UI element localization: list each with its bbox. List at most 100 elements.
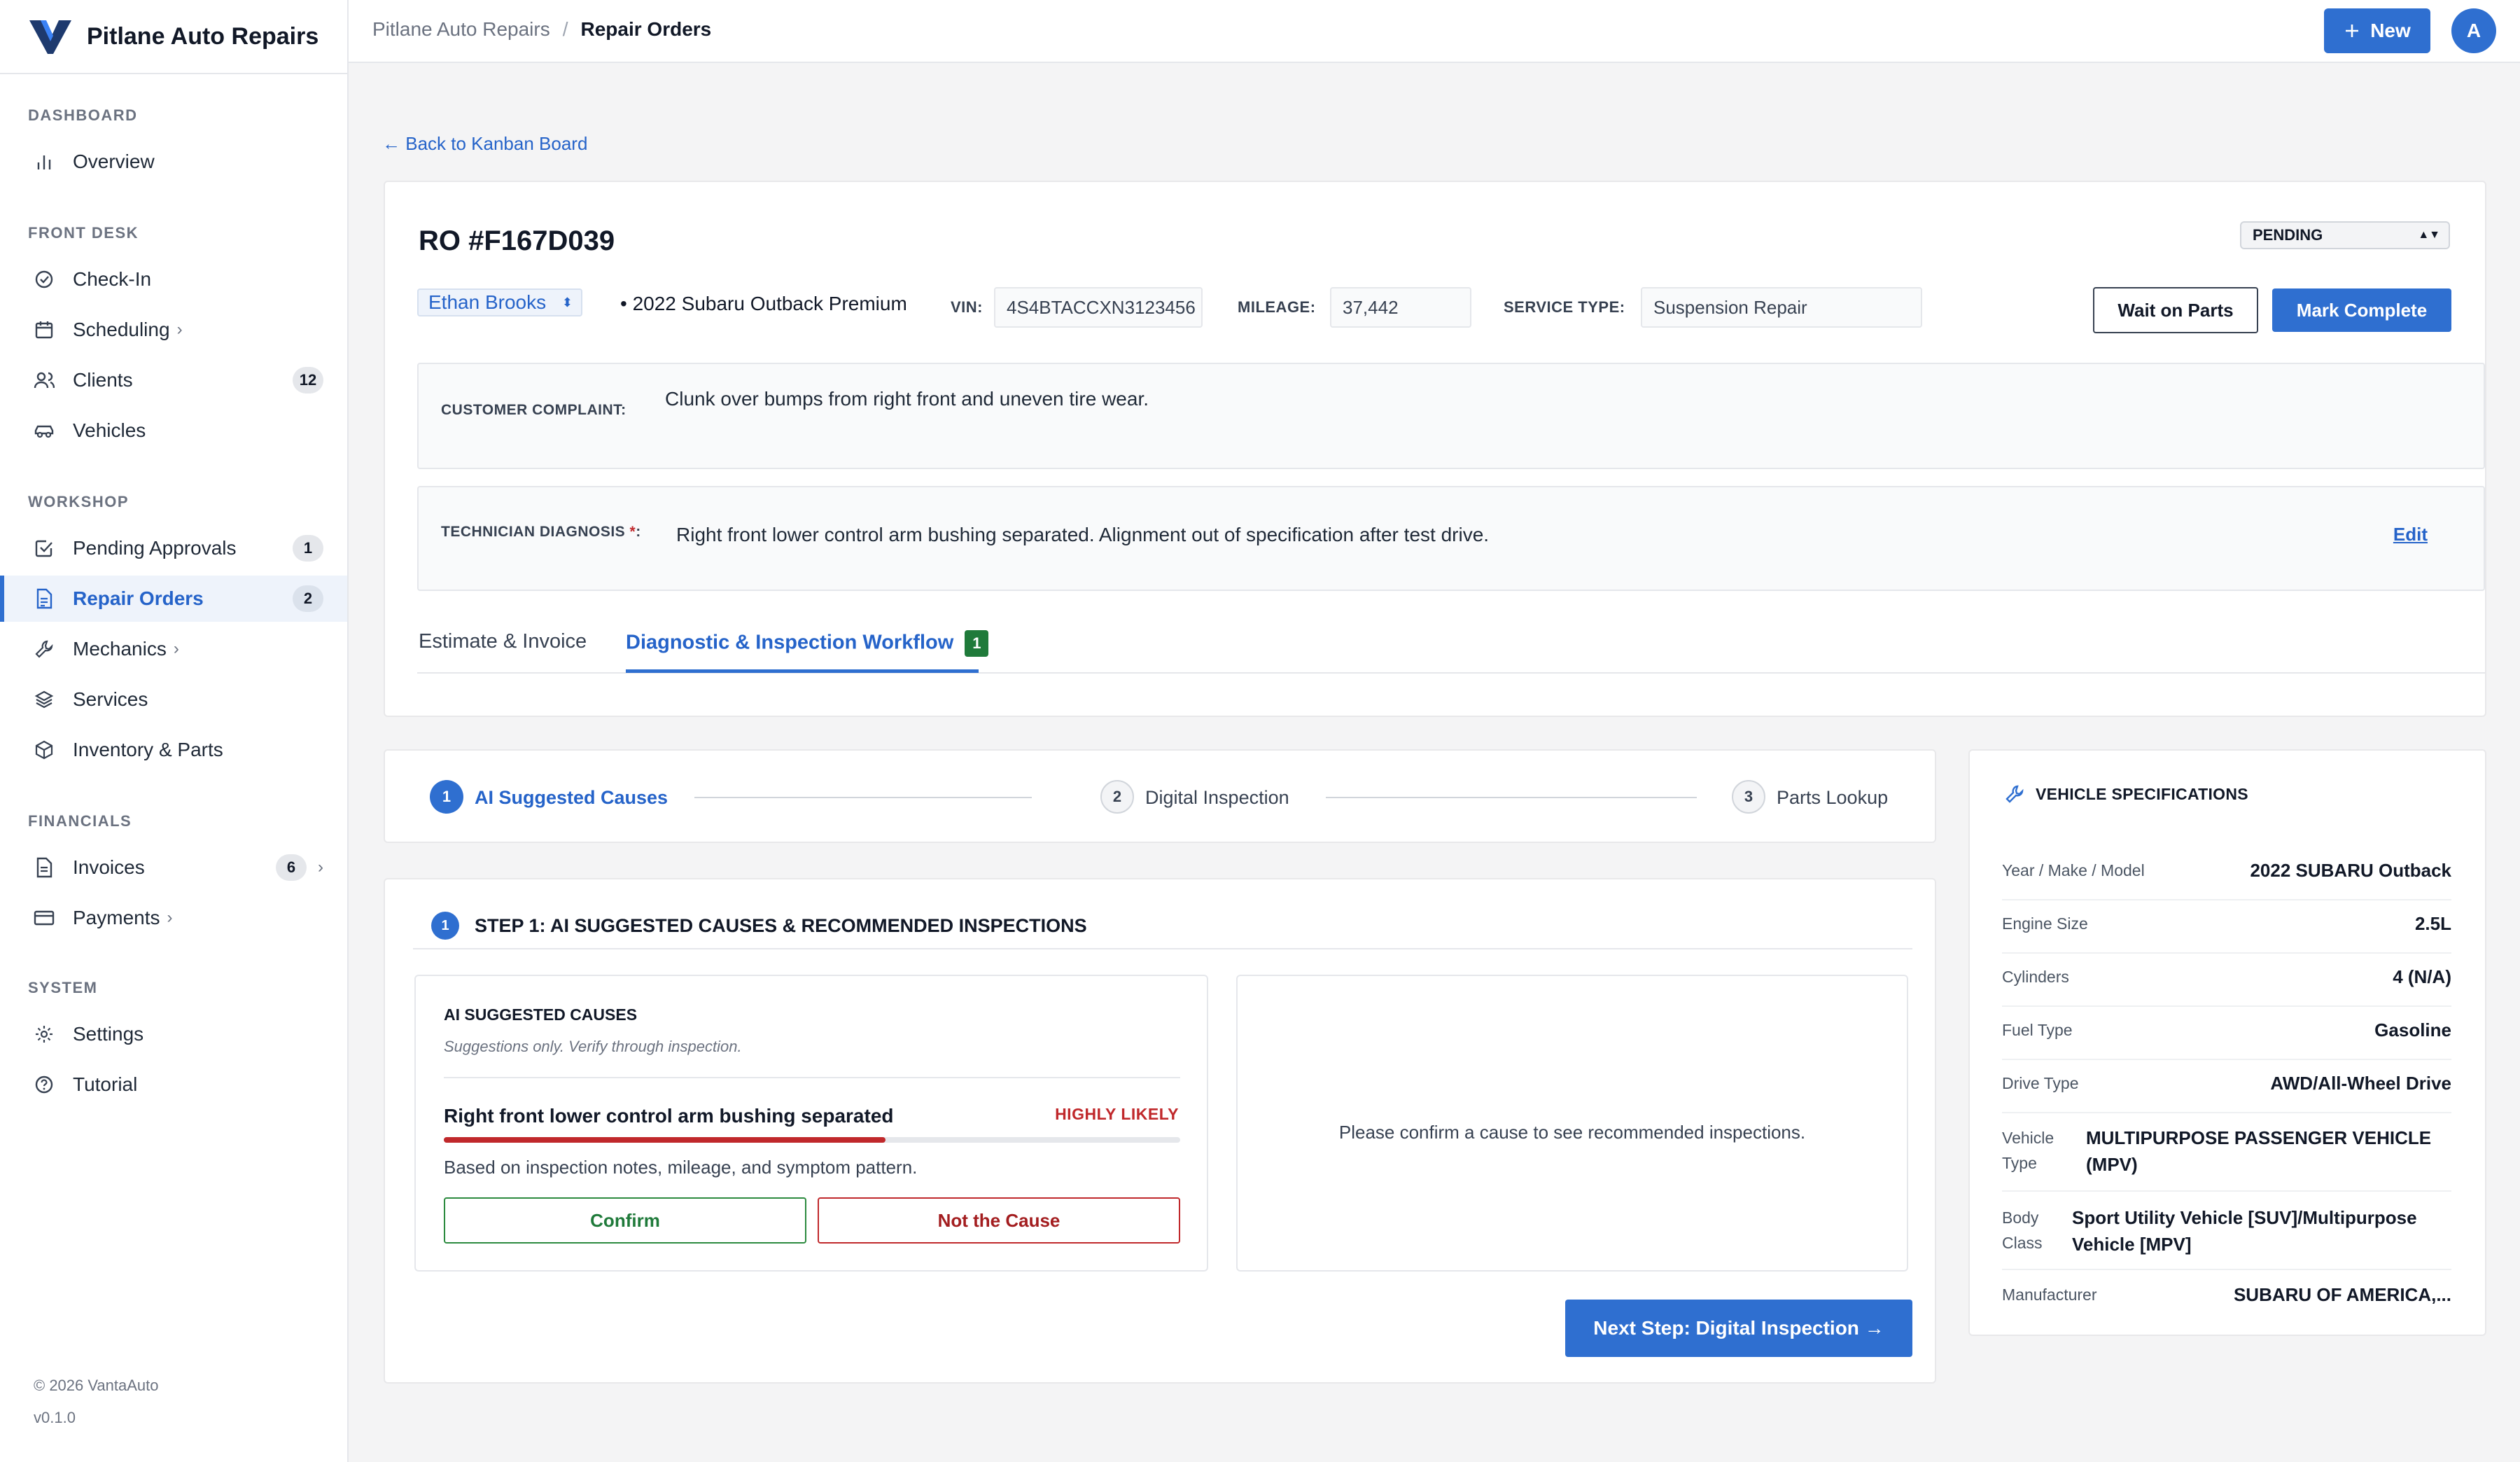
back-to-kanban-link[interactable]: ← Back to Kanban Board bbox=[382, 133, 587, 155]
avatar[interactable]: A bbox=[2451, 8, 2496, 53]
status-select[interactable]: PENDING ▲▼ bbox=[2240, 221, 2450, 249]
logo-icon bbox=[29, 20, 71, 54]
breadcrumb-separator: / bbox=[562, 18, 568, 40]
wait-on-parts-button[interactable]: Wait on Parts bbox=[2093, 287, 2258, 333]
sidebar: Pitlane Auto Repairs DASHBOARD Overview … bbox=[0, 0, 349, 1462]
spec-value: SUBARU OF AMERICA,... bbox=[2233, 1284, 2451, 1305]
spec-row: Cylinders 4 (N/A) bbox=[2002, 954, 2451, 1007]
check-circle-icon bbox=[34, 269, 55, 290]
plus-icon bbox=[2346, 25, 2359, 37]
spec-key: Class bbox=[2002, 1234, 2043, 1252]
customer-complaint-box: CUSTOMER COMPLAINT: Clunk over bumps fro… bbox=[417, 363, 2485, 469]
tab-estimate-invoice[interactable]: Estimate & Invoice bbox=[419, 630, 587, 653]
sidebar-item-vehicles[interactable]: Vehicles bbox=[0, 408, 347, 454]
spec-row: Fuel Type Gasoline bbox=[2002, 1007, 2451, 1060]
tab-badge: 1 bbox=[965, 630, 989, 657]
sidebar-item-repair-orders[interactable]: Repair Orders 2 bbox=[0, 576, 347, 622]
document-icon bbox=[34, 588, 55, 609]
breadcrumb-root[interactable]: Pitlane Auto Repairs bbox=[372, 18, 550, 40]
spec-row: Year / Make / Model 2022 SUBARU Outback bbox=[2002, 847, 2451, 900]
sidebar-item-settings[interactable]: Settings bbox=[0, 1011, 347, 1057]
wrench-icon bbox=[34, 639, 55, 660]
ai-causes-card: AI SUGGESTED CAUSES Suggestions only. Ve… bbox=[414, 975, 1208, 1272]
next-step-button[interactable]: Next Step: Digital Inspection → bbox=[1565, 1300, 1912, 1357]
service-type-label: SERVICE TYPE: bbox=[1504, 298, 1625, 316]
cause-basis: Based on inspection notes, mileage, and … bbox=[444, 1157, 918, 1178]
tab-diagnostic-workflow[interactable]: Diagnostic & Inspection Workflow 1 bbox=[626, 630, 989, 657]
version: v0.1.0 bbox=[34, 1409, 76, 1426]
sidebar-item-inventory[interactable]: Inventory & Parts bbox=[0, 727, 347, 773]
sidebar-item-mechanics[interactable]: Mechanics › bbox=[0, 626, 347, 672]
sidebar-item-label: Pending Approvals bbox=[73, 537, 237, 559]
sidebar-item-invoices[interactable]: Invoices 6 › bbox=[0, 844, 347, 891]
sidebar-item-label: Services bbox=[73, 688, 148, 710]
box-icon bbox=[34, 739, 55, 760]
service-type-field[interactable]: Suspension Repair bbox=[1641, 287, 1922, 328]
confirm-button[interactable]: Confirm bbox=[444, 1197, 806, 1244]
mileage-label: MILEAGE: bbox=[1238, 298, 1316, 316]
sidebar-item-services[interactable]: Services bbox=[0, 676, 347, 723]
invoice-icon bbox=[34, 857, 55, 878]
step-1-label[interactable]: AI Suggested Causes bbox=[475, 787, 668, 809]
breadcrumb-current: Repair Orders bbox=[580, 18, 712, 40]
edit-diagnosis-link[interactable]: Edit bbox=[2393, 524, 2428, 545]
spec-key: Cylinders bbox=[2002, 968, 2069, 986]
likelihood-badge: HIGHLY LIKELY bbox=[1055, 1105, 1179, 1123]
sidebar-item-tutorial[interactable]: Tutorial bbox=[0, 1061, 347, 1108]
calendar-icon bbox=[34, 319, 55, 340]
step-2-label[interactable]: Digital Inspection bbox=[1145, 787, 1289, 809]
invoices-count-badge: 6 bbox=[276, 854, 307, 881]
spec-value: AWD/All-Wheel Drive bbox=[2270, 1073, 2451, 1094]
sidebar-item-scheduling[interactable]: Scheduling › bbox=[0, 307, 347, 353]
spec-key: Year / Make / Model bbox=[2002, 861, 2145, 879]
step-number: 1 bbox=[431, 912, 459, 940]
new-button-label: New bbox=[2370, 20, 2411, 41]
mileage-field[interactable]: 37,442 bbox=[1330, 287, 1471, 328]
sidebar-item-clients[interactable]: Clients 12 bbox=[0, 357, 347, 403]
complaint-label: CUSTOMER COMPLAINT: bbox=[441, 402, 626, 418]
step-3-label[interactable]: Parts Lookup bbox=[1777, 787, 1888, 809]
spec-row: Body Class Sport Utility Vehicle [SUV]/M… bbox=[2002, 1192, 2451, 1270]
spec-key: Drive Type bbox=[2002, 1074, 2079, 1092]
spec-key: Body bbox=[2002, 1209, 2039, 1227]
sidebar-item-checkin[interactable]: Check-In bbox=[0, 256, 347, 302]
step-connector bbox=[694, 797, 1032, 798]
sidebar-item-overview[interactable]: Overview bbox=[0, 139, 347, 185]
check-square-icon bbox=[34, 538, 55, 559]
chevron-right-icon: › bbox=[176, 320, 183, 339]
workflow-stepper: 1 AI Suggested Causes 2 Digital Inspecti… bbox=[384, 749, 1936, 843]
spec-key: Type bbox=[2002, 1154, 2037, 1172]
spec-row: Drive Type AWD/All-Wheel Drive bbox=[2002, 1060, 2451, 1113]
status-value: PENDING bbox=[2253, 226, 2323, 244]
new-button[interactable]: New bbox=[2324, 8, 2430, 53]
spec-value: Vehicle [MPV] bbox=[2072, 1234, 2192, 1255]
likelihood-bar-fill bbox=[444, 1137, 886, 1143]
section-dashboard: DASHBOARD bbox=[28, 106, 138, 124]
section-system: SYSTEM bbox=[28, 979, 98, 996]
not-the-cause-button[interactable]: Not the Cause bbox=[818, 1197, 1180, 1244]
sidebar-item-payments[interactable]: Payments › bbox=[0, 895, 347, 941]
spec-value: (MPV) bbox=[2086, 1154, 2138, 1175]
spec-key: Vehicle bbox=[2002, 1129, 2054, 1147]
step-1-indicator[interactable]: 1 bbox=[430, 780, 463, 814]
spec-key: Fuel Type bbox=[2002, 1021, 2073, 1039]
recommended-inspections-card: Please confirm a cause to see recommende… bbox=[1236, 975, 1908, 1272]
brand-name: Pitlane Auto Repairs bbox=[87, 22, 319, 50]
step-2-indicator[interactable]: 2 bbox=[1100, 780, 1134, 814]
clients-count-badge: 12 bbox=[293, 367, 323, 394]
mark-complete-button[interactable]: Mark Complete bbox=[2272, 288, 2451, 332]
bar-chart-icon bbox=[34, 151, 55, 172]
chevron-right-icon: › bbox=[173, 639, 179, 658]
technician-diagnosis-box: TECHNICIAN DIAGNOSIS *: Right front lowe… bbox=[417, 486, 2485, 591]
complaint-text: Clunk over bumps from right front and un… bbox=[665, 388, 1149, 410]
sidebar-item-label: Vehicles bbox=[73, 419, 146, 441]
sidebar-item-label: Tutorial bbox=[73, 1073, 138, 1095]
vin-field[interactable]: 4S4BTACCXN3123456 bbox=[994, 287, 1203, 328]
page-title: RO #F167D039 bbox=[419, 225, 615, 256]
repair-order-card: RO #F167D039 PENDING ▲▼ Ethan Brooks ⬍ •… bbox=[384, 181, 2486, 717]
brand[interactable]: Pitlane Auto Repairs bbox=[0, 0, 347, 74]
sidebar-item-label: Check-In bbox=[73, 268, 152, 290]
sidebar-item-pending-approvals[interactable]: Pending Approvals 1 bbox=[0, 525, 347, 571]
step-3-indicator[interactable]: 3 bbox=[1732, 780, 1765, 814]
customer-select[interactable]: Ethan Brooks ⬍ bbox=[417, 288, 582, 316]
